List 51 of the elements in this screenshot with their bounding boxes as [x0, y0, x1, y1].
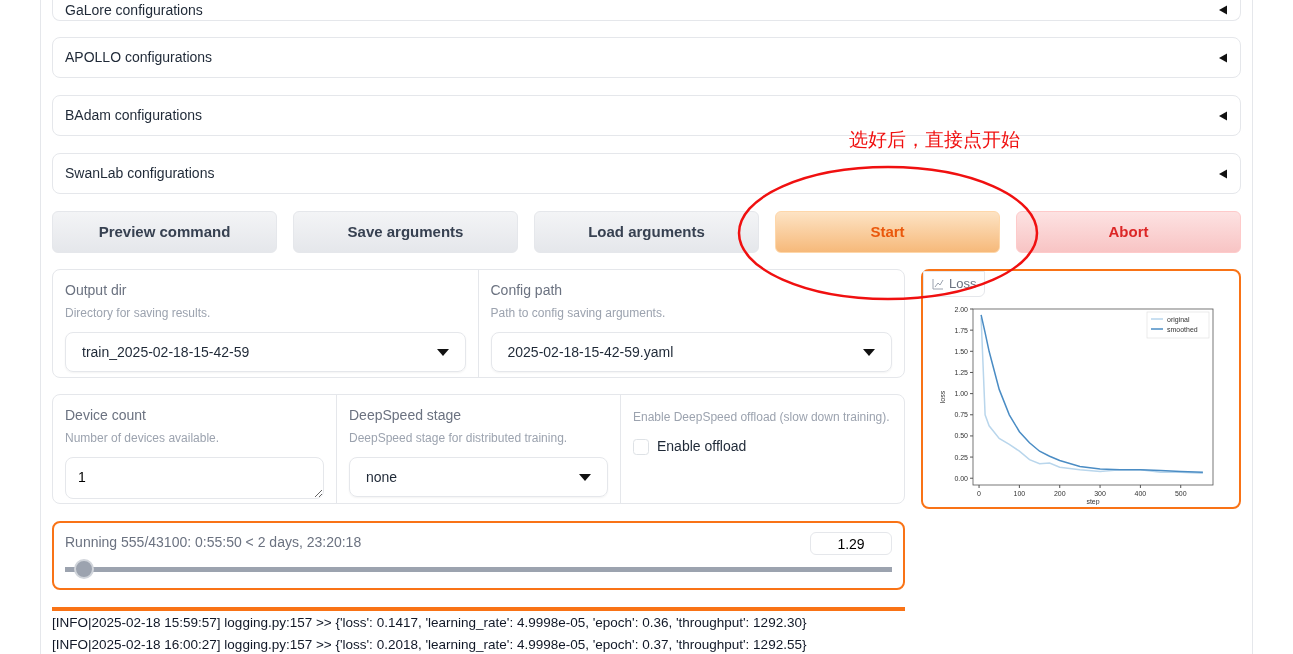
field-hint: Number of devices available.	[65, 430, 221, 447]
x-tick	[1059, 484, 1061, 489]
accordion-header[interactable]: GaLore configurations	[52, 0, 1241, 21]
field-label: Output dir	[65, 281, 128, 300]
y-tick	[969, 414, 974, 416]
y-tick	[969, 371, 974, 373]
caret-icon	[436, 348, 449, 356]
field-hint: DeepSpeed stage for distributed training.	[349, 430, 569, 447]
dropdown[interactable]: 2025-02-18-15-42-59.yaml	[490, 332, 892, 372]
field-label: Config path	[490, 281, 564, 300]
field-hint: Path to config saving arguments.	[490, 305, 667, 322]
y-tick	[969, 456, 974, 458]
collapse-triangle-icon	[1218, 110, 1228, 121]
accordion-header[interactable]: APOLLO configurations	[52, 37, 1241, 78]
caret-icon	[863, 348, 875, 356]
dropdown[interactable]: none	[349, 457, 608, 497]
checkbox-label: Enable offload	[657, 437, 747, 456]
action-button[interactable]: Load arguments	[534, 211, 759, 253]
field-label: Device count	[65, 406, 147, 425]
collapse-triangle-icon	[1218, 52, 1228, 63]
caret-icon	[579, 473, 591, 481]
y-tick	[969, 435, 974, 437]
action-button[interactable]: Preview command	[52, 211, 277, 253]
field-hint: Enable DeepSpeed offload (slow down training).	[633, 409, 891, 426]
x-tick	[1139, 484, 1141, 489]
dropdown[interactable]: train_2025-02-18-15-42-59	[65, 332, 466, 372]
chart-icon	[932, 277, 944, 290]
log-line: [INFO|2025-02-18 15:59:57] logging.py:157 >> {'loss': 0.1417, 'learning_rate': 4.9998e-05, 'epoch': 0.36, 'throughput': 1292.30}	[52, 614, 808, 631]
progress-text: Running 555/43100: 0:55:50 < 2 days, 23:20:18	[65, 533, 362, 552]
field-hint: Directory for saving results.	[65, 305, 212, 322]
field-label: DeepSpeed stage	[349, 406, 463, 425]
x-tick	[1099, 484, 1101, 489]
collapse-triangle-icon	[1218, 168, 1228, 179]
chart-legend	[1146, 311, 1210, 339]
x-tick	[1018, 484, 1020, 489]
y-tick	[969, 350, 974, 352]
x-tick	[978, 484, 980, 489]
y-tick	[969, 329, 974, 331]
checkbox[interactable]	[633, 438, 649, 455]
accordion-header[interactable]: SwanLab configurations	[52, 153, 1241, 194]
action-button[interactable]: Abort	[1016, 211, 1241, 253]
y-tick	[969, 308, 974, 310]
x-tick	[1180, 484, 1182, 489]
slider-thumb[interactable]	[73, 559, 94, 579]
y-tick	[969, 477, 974, 479]
number-field[interactable]: 1.29	[810, 532, 892, 555]
action-button[interactable]: Save arguments	[293, 211, 518, 253]
y-tick	[969, 393, 974, 395]
number-field[interactable]: 1	[65, 457, 324, 499]
log-line: [INFO|2025-02-18 16:00:27] logging.py:157 >> {'loss': 0.2018, 'learning_rate': 4.9998e-05, 'epoch': 0.37, 'throughput': 1292.55}	[52, 636, 808, 653]
collapse-triangle-icon	[1218, 5, 1228, 15]
